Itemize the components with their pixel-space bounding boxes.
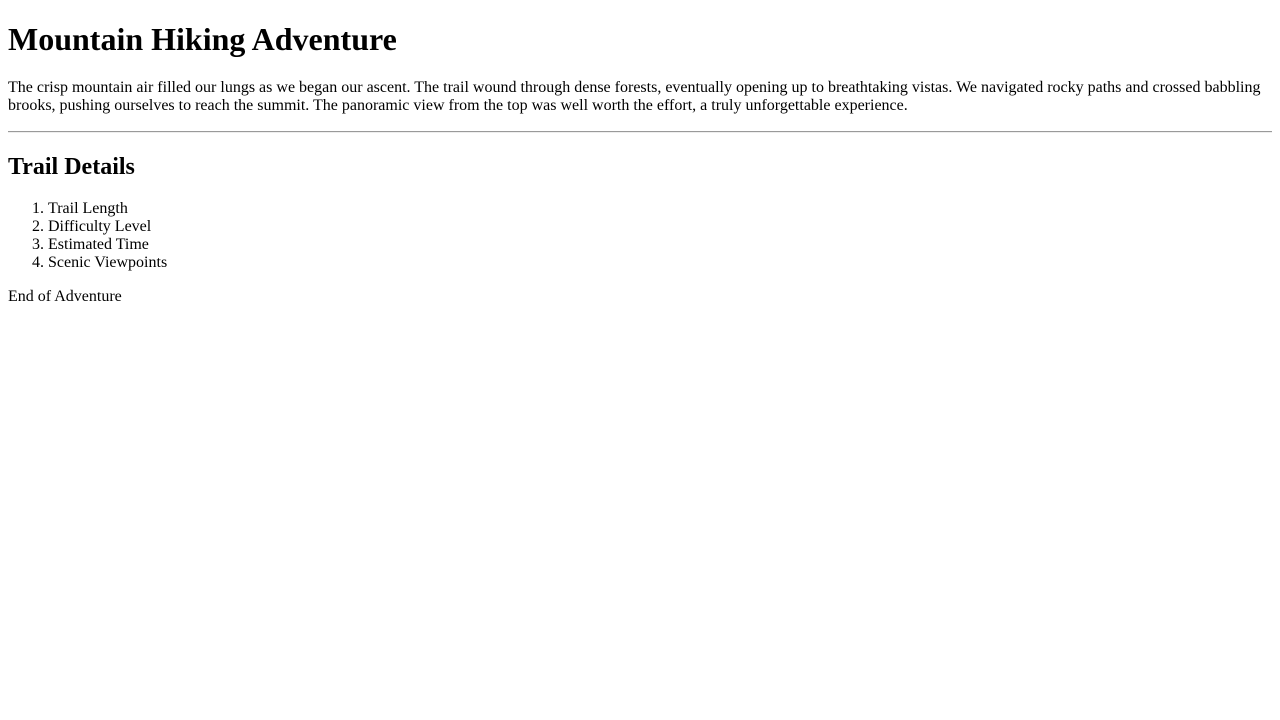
section-heading: Trail Details [8, 154, 135, 180]
page: Mountain Hiking Adventure The crisp moun… [0, 21, 1280, 306]
footer-text: End of Adventure [8, 288, 122, 305]
page-title: Mountain Hiking Adventure [8, 21, 397, 57]
trail-details-list: Trail Length Difficulty Level Estimated … [8, 200, 1272, 272]
list-item-difficulty-level: Difficulty Level [48, 218, 1272, 236]
list-item-trail-length: Trail Length [48, 200, 1272, 218]
intro-paragraph: The crisp mountain air filled our lungs … [8, 79, 1261, 114]
list-item-scenic-viewpoints: Scenic Viewpoints [48, 254, 1272, 272]
divider [8, 131, 1272, 133]
list-item-estimated-time: Estimated Time [48, 236, 1272, 254]
